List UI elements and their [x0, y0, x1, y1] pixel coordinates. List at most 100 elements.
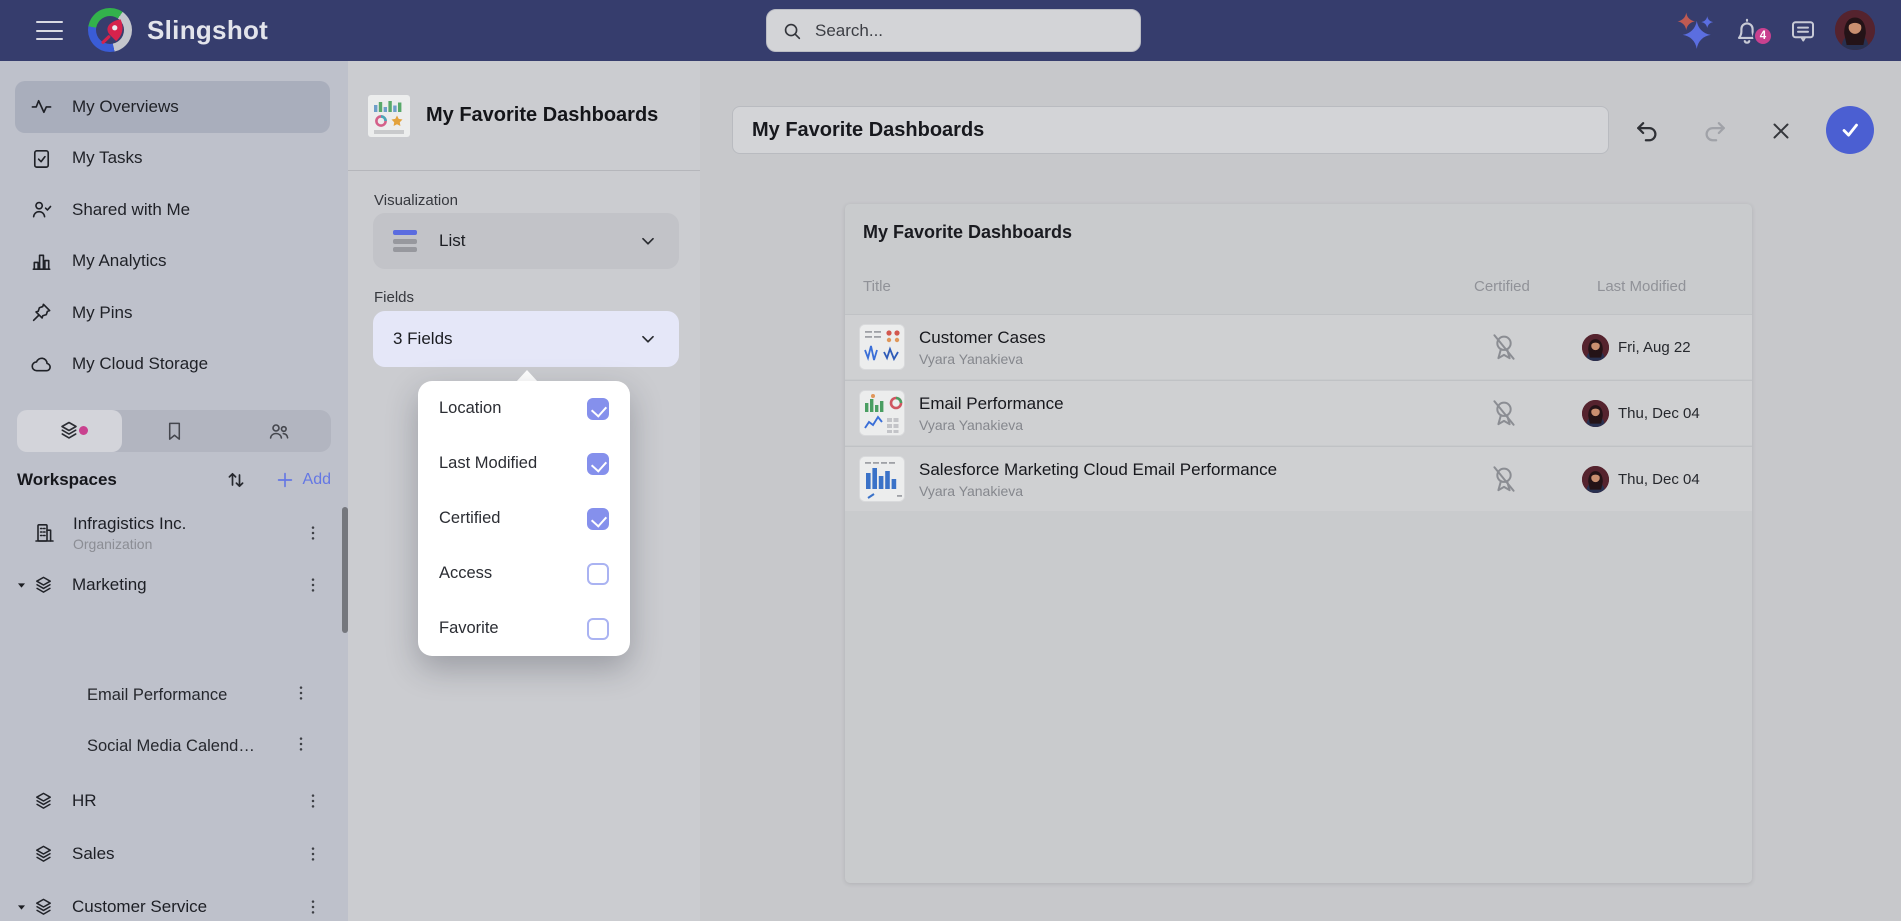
sidebar-item-my-pins[interactable]: My Pins — [15, 287, 330, 339]
checkbox-favorite[interactable] — [587, 618, 609, 640]
workspace-row-sales[interactable]: Sales — [15, 830, 331, 878]
sidebar-item-my-analytics[interactable]: My Analytics — [15, 236, 330, 288]
sidebar-nav: My Overviews My Tasks Shared with Me My … — [15, 81, 330, 390]
dashboard-title-input[interactable] — [732, 106, 1609, 154]
workspace-row-hr[interactable]: HR — [15, 777, 331, 825]
checkbox-certified[interactable] — [587, 508, 609, 530]
close-button[interactable] — [1764, 114, 1798, 148]
workspace-row-organization[interactable]: Infragistics Inc. Organization — [15, 506, 331, 560]
project-menu-button[interactable] — [283, 730, 319, 758]
workspace-name: HR — [72, 791, 97, 811]
column-header-last-modified: Last Modified — [1597, 278, 1686, 295]
layers-icon — [32, 574, 55, 597]
sidebar-item-my-tasks[interactable]: My Tasks — [15, 133, 330, 185]
project-item-email-performance[interactable]: Email Performance — [87, 686, 287, 705]
table-row-email-performance[interactable]: Email Performance Vyara Yanakieva Thu, D… — [845, 380, 1752, 445]
menu-item-favorite[interactable]: Favorite — [418, 601, 630, 656]
search-input[interactable] — [815, 21, 1126, 41]
workspace-menu-button[interactable] — [295, 519, 331, 547]
menu-item-label: Access — [439, 564, 587, 583]
kebab-icon — [303, 791, 323, 811]
dashboard-thumbnail — [859, 456, 905, 502]
row-title: Salesforce Marketing Cloud Email Perform… — [919, 460, 1459, 480]
add-label: Add — [303, 471, 331, 489]
row-owner: Vyara Yanakieva — [919, 417, 1459, 433]
main-area: My Favorite Dashboards Title Certified L… — [700, 61, 1901, 921]
workspace-row-marketing[interactable]: Marketing — [15, 561, 331, 609]
ai-assistant-button[interactable] — [1674, 0, 1716, 61]
workspace-name: Sales — [72, 844, 115, 864]
visualization-dropdown[interactable]: List — [373, 213, 679, 269]
confirm-button[interactable] — [1826, 106, 1874, 154]
search-icon — [781, 20, 803, 42]
last-modified-date: Fri, Aug 22 — [1618, 339, 1691, 356]
project-menu-button[interactable] — [283, 679, 319, 707]
workspace-row-customer-service[interactable]: Customer Service — [15, 883, 331, 921]
thumbnail-chart-icon — [860, 325, 905, 370]
chevron-down-icon — [637, 328, 659, 350]
workspaces-sort-button[interactable] — [224, 468, 248, 492]
bar-chart-icon — [30, 250, 53, 273]
editor-panel: My Favorite Dashboards Visualization Lis… — [348, 61, 700, 921]
workspace-menu-button[interactable] — [295, 840, 331, 868]
sidebar-item-shared-with-me[interactable]: Shared with Me — [15, 184, 330, 236]
menu-item-location[interactable]: Location — [418, 381, 630, 436]
workspace-menu-button[interactable] — [295, 571, 331, 599]
slingshot-logo — [88, 8, 132, 52]
row-owner: Vyara Yanakieva — [919, 351, 1459, 367]
menu-item-access[interactable]: Access — [418, 546, 630, 601]
owner-avatar — [1582, 466, 1609, 493]
sidebar-item-label: My Pins — [72, 303, 132, 323]
check-icon — [1837, 117, 1863, 143]
shared-user-icon — [30, 198, 53, 221]
workspace-menu-button[interactable] — [295, 787, 331, 815]
rocket-icon — [95, 15, 125, 45]
owner-avatar — [1582, 334, 1609, 361]
sidebar-item-my-cloud-storage[interactable]: My Cloud Storage — [15, 339, 330, 391]
dashboard-card: My Favorite Dashboards Title Certified L… — [845, 204, 1752, 883]
thumbnail-chart-icon — [860, 457, 905, 502]
menu-item-certified[interactable]: Certified — [418, 491, 630, 546]
caret-down-icon[interactable] — [15, 579, 28, 592]
user-avatar[interactable] — [1835, 10, 1875, 50]
sidebar-tabs — [17, 410, 331, 452]
cloud-icon — [30, 353, 53, 376]
messages-button[interactable] — [1788, 0, 1818, 61]
checkbox-location[interactable] — [587, 398, 609, 420]
visualization-label: Visualization — [374, 192, 458, 209]
tab-members[interactable] — [226, 410, 331, 452]
fields-dropdown[interactable]: 3 Fields — [373, 311, 679, 367]
close-icon — [1768, 118, 1794, 144]
editor-header: My Favorite Dashboards — [348, 61, 700, 171]
avatar-photo — [1582, 334, 1609, 361]
row-owner: Vyara Yanakieva — [919, 483, 1459, 499]
tab-bookmarks[interactable] — [122, 410, 227, 452]
hamburger-menu-button[interactable] — [36, 17, 63, 44]
visualization-value: List — [439, 231, 465, 251]
table-row-customer-cases[interactable]: Customer Cases Vyara Yanakieva Fri, Aug … — [845, 314, 1752, 379]
menu-item-label: Certified — [439, 509, 587, 528]
sort-icon — [224, 468, 248, 492]
menu-item-last-modified[interactable]: Last Modified — [418, 436, 630, 491]
caret-down-icon[interactable] — [15, 901, 28, 914]
kebab-icon — [291, 734, 311, 754]
project-item-social-media-calendar[interactable]: Social Media Calend… — [87, 737, 287, 756]
kebab-icon — [303, 844, 323, 864]
checkbox-last-modified[interactable] — [587, 453, 609, 475]
redo-button[interactable] — [1698, 114, 1732, 148]
notifications-button[interactable]: 4 — [1731, 0, 1763, 61]
workspace-add-button[interactable]: Add — [274, 469, 331, 491]
tab-workspaces[interactable] — [17, 410, 122, 452]
menu-item-label: Location — [439, 399, 587, 418]
app-window: Slingshot 4 My Overviews My Ta — [0, 0, 1901, 921]
checkbox-access[interactable] — [587, 563, 609, 585]
sidebar-item-label: My Tasks — [72, 148, 143, 168]
workspaces-header: Workspaces Add — [17, 462, 331, 498]
avatar-photo — [1835, 10, 1875, 50]
card-title: My Favorite Dashboards — [863, 222, 1072, 243]
undo-button[interactable] — [1630, 114, 1664, 148]
workspace-menu-button[interactable] — [295, 893, 331, 921]
fields-value: 3 Fields — [393, 329, 453, 349]
sidebar-item-my-overviews[interactable]: My Overviews — [15, 81, 330, 133]
table-row-salesforce-email-performance[interactable]: Salesforce Marketing Cloud Email Perform… — [845, 446, 1752, 511]
